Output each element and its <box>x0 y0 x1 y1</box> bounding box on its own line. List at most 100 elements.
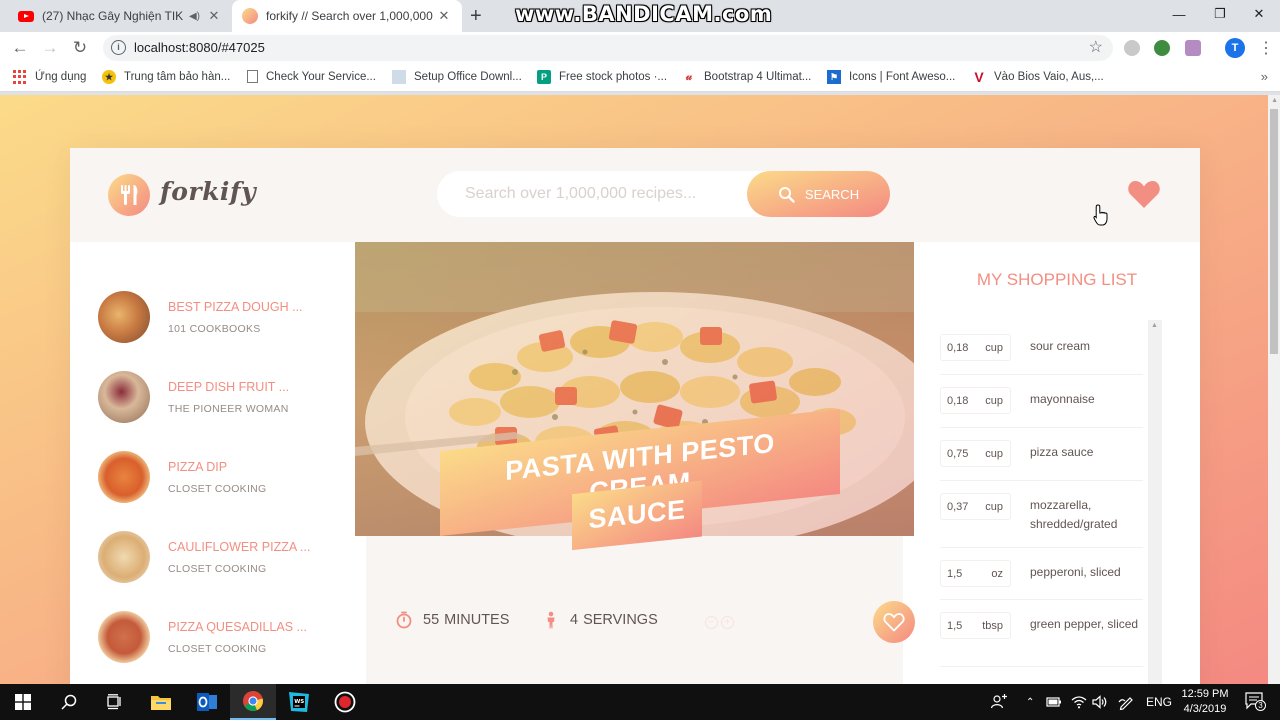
pexels-icon: P <box>537 70 551 84</box>
like-recipe-button[interactable] <box>873 601 915 643</box>
show-hidden-icons-chevron-icon[interactable]: ⌃ <box>1026 684 1034 720</box>
bookmark-item[interactable]: ★ Trung tâm bảo hàn... <box>102 70 230 84</box>
unit-label: cup <box>985 447 1003 460</box>
taskbar-clock[interactable]: 12:59 PM 4/3/2019 <box>1175 687 1235 717</box>
scroll-up-arrow-icon[interactable]: ▲ <box>1271 97 1278 104</box>
search-form: Search <box>437 171 890 217</box>
start-button[interactable] <box>0 684 46 720</box>
count-input[interactable] <box>947 500 969 513</box>
count-field[interactable]: cup <box>940 440 1011 467</box>
forward-icon[interactable]: → <box>38 36 62 60</box>
count-input[interactable] <box>947 619 969 632</box>
wifi-icon[interactable] <box>1071 684 1087 720</box>
search-button[interactable]: Search <box>747 171 890 217</box>
likes-heart-icon[interactable] <box>1127 179 1161 209</box>
decrease-servings-button[interactable]: − <box>705 616 718 629</box>
more-bookmarks-icon[interactable]: » <box>1261 69 1268 84</box>
recipe-servings: 4 <box>570 612 579 628</box>
count-input[interactable] <box>947 394 969 407</box>
extension-icon[interactable] <box>1124 40 1140 56</box>
recipe-minutes-label: minutes <box>444 612 510 628</box>
count-input[interactable] <box>947 567 969 580</box>
back-icon[interactable]: ← <box>8 36 32 60</box>
stopwatch-icon <box>396 611 412 629</box>
bookmark-item[interactable]: ⚑ Icons | Font Aweso... <box>827 70 955 84</box>
speaker-icon[interactable]: ◀) <box>189 11 200 22</box>
people-icon[interactable] <box>990 684 1008 720</box>
result-item[interactable]: Deep Dish Fruit ... The Pioneer Woman <box>98 370 348 424</box>
shopping-list-heading: My Shopping List <box>976 270 1138 289</box>
app-container: forkify Search over 1,000,000 recipes...… <box>70 148 1200 684</box>
bandicam-watermark: www.BANDICAM.com <box>515 2 773 26</box>
tab-forkify[interactable]: forkify // Search over 1,000,000 recipes… <box>232 0 462 32</box>
webstorm-icon: WS <box>289 692 309 712</box>
bookmark-item[interactable]: V Vào Bios Vaio, Aus,... <box>972 69 1103 85</box>
volume-glyph <box>1092 695 1107 709</box>
scrollbar-thumb[interactable] <box>1270 109 1278 354</box>
logo-text[interactable]: forkify <box>160 177 256 206</box>
extension-icon[interactable] <box>1154 40 1170 56</box>
unit-label: cup <box>985 341 1003 354</box>
recipe-thumbnail <box>98 611 150 663</box>
language-indicator[interactable]: ENG <box>1146 684 1172 720</box>
bookmark-item[interactable]: 𝓊 Bootstrap 4 Ultimat... <box>682 70 811 84</box>
shopping-list-scrollbar[interactable]: ▲ <box>1148 320 1162 684</box>
result-author: 101 Cookbooks <box>168 322 261 335</box>
bookmark-item[interactable]: Check Your Service... <box>247 70 376 83</box>
bookmark-item[interactable]: P Free stock photos ·... <box>537 70 667 84</box>
ingredient-name: pepperoni, sliced <box>1030 565 1121 579</box>
count-field[interactable]: cup <box>940 387 1011 414</box>
volume-icon[interactable] <box>1092 684 1108 720</box>
count-field[interactable]: cup <box>940 334 1011 361</box>
browser-toolbar: ← → ↻ i localhost:8080/#47025 ☆ T ⋮ <box>0 32 1280 64</box>
result-item[interactable]: Pizza Dip Closet Cooking <box>98 450 348 504</box>
result-item[interactable]: Cauliflower Pizza ... Closet Cooking <box>98 530 348 584</box>
apps-icon <box>13 70 27 84</box>
heart-outline-icon <box>883 613 905 632</box>
close-window-button[interactable]: ✕ <box>1236 0 1280 28</box>
profile-avatar[interactable]: T <box>1225 38 1245 58</box>
chrome-button[interactable] <box>230 684 276 720</box>
address-url[interactable]: localhost:8080/#47025 <box>134 40 265 55</box>
pen-icon[interactable] <box>1118 684 1134 720</box>
minimize-button[interactable]: — <box>1156 0 1202 28</box>
unit-label: cup <box>985 394 1003 407</box>
extension-icon[interactable] <box>1185 40 1201 56</box>
tab-youtube[interactable]: (27) Nhạc Gây Nghiện TIKTOK ◀) ✕ <box>8 0 232 32</box>
count-field[interactable]: cup <box>940 493 1011 520</box>
increase-servings-button[interactable]: + <box>721 616 734 629</box>
bookmark-apps[interactable]: Ứng dụng <box>13 70 86 84</box>
bandicam-button[interactable] <box>322 684 368 720</box>
clock-time: 12:59 PM <box>1181 688 1229 700</box>
bookmark-item[interactable]: Setup Office Downl... <box>392 70 522 84</box>
page-scrollbar[interactable]: ▲ <box>1268 95 1280 684</box>
reload-icon[interactable]: ↻ <box>68 36 92 60</box>
close-tab-icon[interactable]: ✕ <box>206 8 222 24</box>
bookmark-label: Icons | Font Aweso... <box>849 71 956 83</box>
count-field[interactable]: oz <box>940 560 1011 587</box>
result-author: Closet Cooking <box>168 482 267 495</box>
webstorm-button[interactable]: WS <box>276 684 322 720</box>
scroll-up-arrow-icon[interactable]: ▲ <box>1151 322 1158 329</box>
count-input[interactable] <box>947 341 969 354</box>
menu-icon[interactable]: ⋮ <box>1258 38 1274 58</box>
outlook-button[interactable] <box>184 684 230 720</box>
task-view-button[interactable] <box>92 684 138 720</box>
bookmark-star-icon[interactable]: ☆ <box>1089 37 1103 57</box>
battery-icon[interactable] <box>1046 684 1062 720</box>
file-explorer-button[interactable] <box>138 684 184 720</box>
count-input[interactable] <box>947 447 969 460</box>
action-center-icon[interactable]: 3 <box>1245 692 1266 711</box>
folder-icon <box>151 696 171 710</box>
new-tab-button[interactable]: + <box>470 5 482 28</box>
result-author: Closet Cooking <box>168 562 267 575</box>
search-input[interactable] <box>437 171 747 217</box>
result-item[interactable]: Best Pizza Dough ... 101 Cookbooks <box>98 290 348 344</box>
svg-text:WS: WS <box>294 699 304 705</box>
count-field[interactable]: tbsp <box>940 612 1011 639</box>
close-tab-icon[interactable]: ✕ <box>436 8 452 24</box>
address-bar[interactable]: i localhost:8080/#47025 ☆ <box>103 35 1113 61</box>
result-item[interactable]: Pizza Quesadillas ... Closet Cooking <box>98 610 348 664</box>
info-icon[interactable]: i <box>111 40 126 55</box>
search-taskbar-button[interactable] <box>46 684 92 720</box>
